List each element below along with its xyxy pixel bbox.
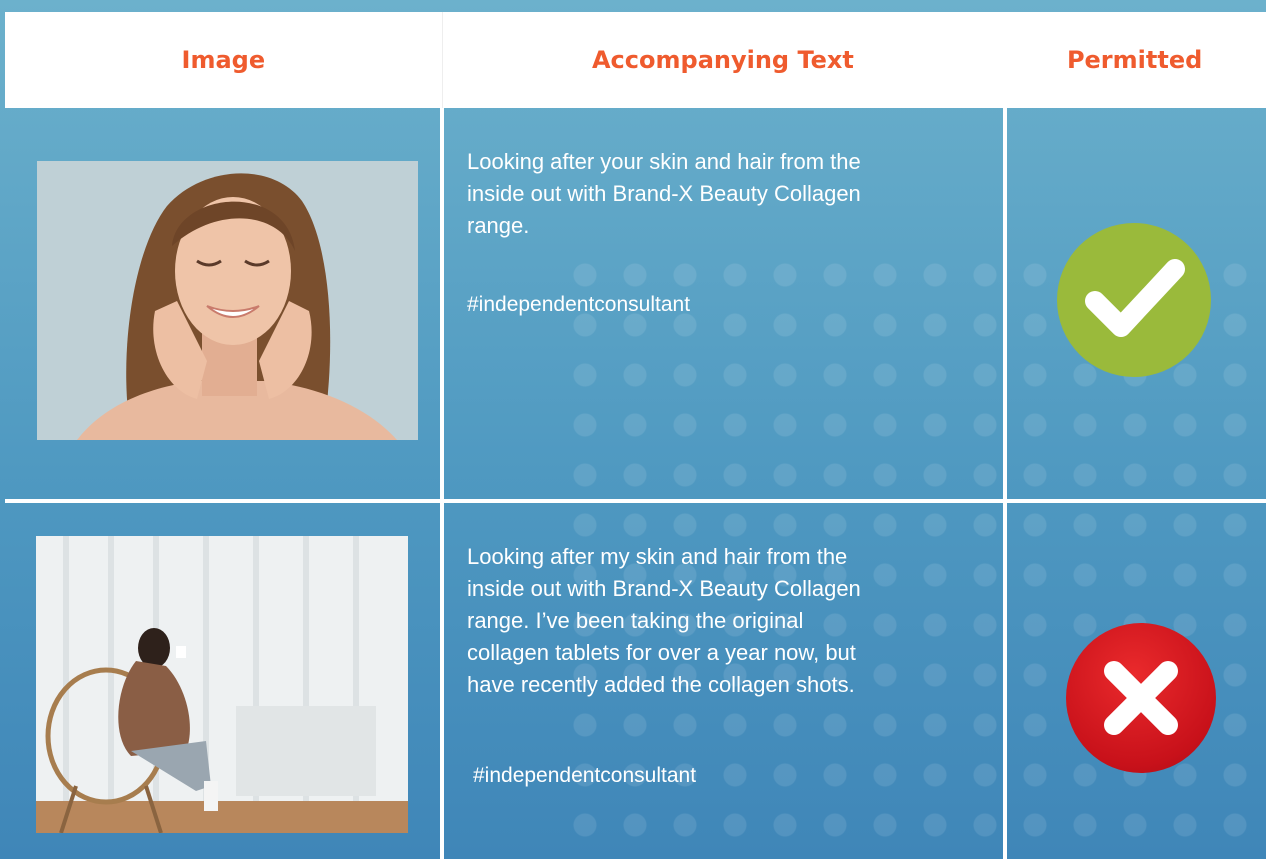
table-row-1-hashtag: #independentconsultant: [467, 293, 691, 316]
table-row-1-text: Looking after your skin and hair from th…: [467, 149, 861, 238]
table-row-2-image: [36, 536, 408, 833]
table-row-2-text: Looking after my skin and hair from the …: [467, 544, 861, 697]
permitted-check-icon: [1057, 223, 1211, 377]
table-row-1-image: [37, 161, 418, 440]
woman-face-photo: [37, 161, 418, 440]
column-header-accompanying-text: Accompanying Text: [591, 46, 854, 74]
grid-divider: [1003, 108, 1007, 859]
grid-divider: [440, 108, 444, 859]
table-header: Image Accompanying Text Permitted: [5, 12, 1266, 108]
grid-divider: [5, 499, 1266, 503]
woman-window-photo: [36, 536, 408, 833]
column-header-permitted: Permitted: [1066, 46, 1203, 74]
table-row-2-hashtag: #independentconsultant: [473, 764, 697, 787]
column-header-image: Image: [5, 12, 443, 108]
not-permitted-cross-icon: [1066, 623, 1216, 773]
